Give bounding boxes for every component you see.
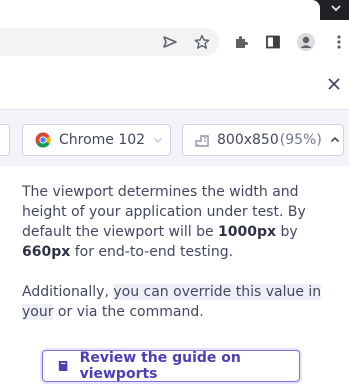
viewport-selector[interactable]: 800x850 (95%) — [182, 124, 344, 156]
bookmark-star-icon[interactable] — [192, 32, 212, 52]
selector-row: Chrome 102 800x850 (95%) — [0, 110, 349, 160]
send-icon[interactable] — [160, 32, 180, 52]
chevron-down-icon — [154, 137, 163, 144]
browser-selector[interactable]: Chrome 102 — [22, 124, 171, 156]
active-tab[interactable] — [0, 0, 320, 20]
default-width: 1000px — [218, 224, 277, 240]
app-header — [0, 64, 349, 110]
description-text-end: for end-to-end testing. — [70, 244, 234, 260]
close-icon[interactable] — [326, 76, 342, 92]
popover-text: The viewport determines the width and he… — [22, 182, 322, 342]
guide-button-label: Review the guide on viewports — [79, 350, 241, 382]
viewport-description: The viewport determines the width and he… — [22, 182, 322, 262]
browser-label: Chrome 102 — [59, 132, 146, 148]
book-icon — [58, 361, 68, 371]
viewport-size: 800x850 — [217, 132, 279, 148]
address-bar[interactable] — [0, 28, 219, 56]
extensions-puzzle-icon[interactable] — [231, 32, 251, 52]
browser-tab-strip — [0, 0, 349, 20]
side-panel-icon[interactable] — [263, 32, 283, 52]
tab-search-chevron-icon[interactable] — [329, 1, 343, 15]
viewport-scale: (95%) — [279, 132, 322, 148]
override-description: Additionally, you can override this valu… — [22, 282, 322, 322]
viewport-guide-button[interactable]: Review the guide on viewports — [42, 350, 300, 382]
override-text-end: or via the command. — [53, 304, 204, 320]
popover-arrow — [310, 165, 326, 173]
by-text: by — [276, 224, 298, 240]
override-text: Additionally, — [22, 284, 114, 300]
spec-selector-stub[interactable] — [0, 124, 10, 156]
chevron-up-icon — [330, 136, 339, 143]
chrome-logo-icon — [35, 132, 51, 148]
profile-avatar-icon[interactable] — [296, 32, 316, 52]
default-height: 660px — [22, 244, 71, 260]
ruler-icon — [195, 135, 209, 147]
viewport-info-popover: The viewport determines the width and he… — [0, 160, 349, 385]
browser-toolbar — [0, 20, 349, 65]
browser-menu-icon[interactable] — [329, 32, 349, 52]
